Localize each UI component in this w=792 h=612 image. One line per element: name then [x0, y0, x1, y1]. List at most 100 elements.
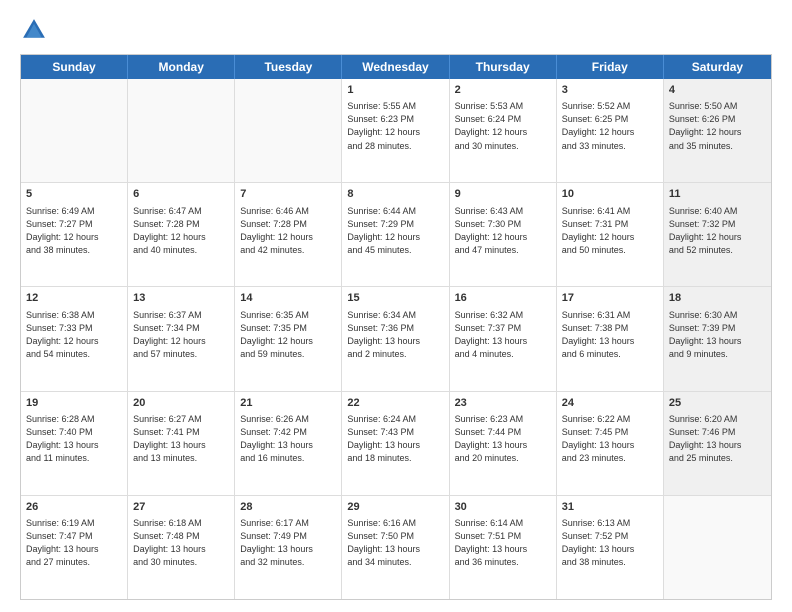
day-number: 9 [455, 187, 551, 202]
calendar-cell: 9 Sunrise: 6:43 AMSunset: 7:30 PMDaylight… [450, 183, 557, 286]
calendar-cell: 19 Sunrise: 6:28 AMSunset: 7:40 PMDayligh… [21, 392, 128, 495]
calendar-cell: 22 Sunrise: 6:24 AMSunset: 7:43 PMDayligh… [342, 392, 449, 495]
cell-text: Sunrise: 6:22 AMSunset: 7:45 PMDaylight:… [562, 413, 658, 465]
calendar-row: 12 Sunrise: 6:38 AMSunset: 7:33 PMDayligh… [21, 287, 771, 391]
weekday-header: Sunday [21, 55, 128, 79]
day-number: 29 [347, 500, 443, 515]
calendar-cell: 5 Sunrise: 6:49 AMSunset: 7:27 PMDaylight… [21, 183, 128, 286]
cell-text: Sunrise: 6:20 AMSunset: 7:46 PMDaylight:… [669, 413, 766, 465]
calendar-row: 1 Sunrise: 5:55 AMSunset: 6:23 PMDaylight… [21, 79, 771, 183]
weekday-header: Saturday [664, 55, 771, 79]
day-number: 14 [240, 291, 336, 306]
calendar-cell: 4 Sunrise: 5:50 AMSunset: 6:26 PMDaylight… [664, 79, 771, 182]
day-number: 17 [562, 291, 658, 306]
day-number: 18 [669, 291, 766, 306]
cell-text: Sunrise: 6:28 AMSunset: 7:40 PMDaylight:… [26, 413, 122, 465]
calendar-cell: 30Sunrise: 6:14 AMSunset: 7:51 PMDayligh… [450, 496, 557, 599]
calendar-row: 19 Sunrise: 6:28 AMSunset: 7:40 PMDayligh… [21, 392, 771, 496]
logo-icon [20, 16, 48, 44]
calendar-cell: 28 Sunrise: 6:17 AMSunset: 7:49 PMDayligh… [235, 496, 342, 599]
cell-text: Sunrise: 6:26 AMSunset: 7:42 PMDaylight:… [240, 413, 336, 465]
calendar-cell [21, 79, 128, 182]
day-number: 13 [133, 291, 229, 306]
cell-text: Sunrise: 6:41 AMSunset: 7:31 PMDaylight:… [562, 205, 658, 257]
day-number: 26 [26, 500, 122, 515]
calendar-cell: 27 Sunrise: 6:18 AMSunset: 7:48 PMDayligh… [128, 496, 235, 599]
weekday-header: Friday [557, 55, 664, 79]
cell-text: Sunrise: 5:55 AMSunset: 6:23 PMDaylight:… [347, 100, 443, 152]
cell-text: Sunrise: 6:47 AMSunset: 7:28 PMDaylight:… [133, 205, 229, 257]
cell-text: Sunrise: 6:16 AMSunset: 7:50 PMDaylight:… [347, 517, 443, 569]
calendar-cell: 17 Sunrise: 6:31 AMSunset: 7:38 PMDayligh… [557, 287, 664, 390]
cell-text: Sunrise: 5:52 AMSunset: 6:25 PMDaylight:… [562, 100, 658, 152]
day-number: 20 [133, 396, 229, 411]
calendar-cell: 6 Sunrise: 6:47 AMSunset: 7:28 PMDaylight… [128, 183, 235, 286]
cell-text: Sunrise: 6:18 AMSunset: 7:48 PMDaylight:… [133, 517, 229, 569]
calendar-cell: 2Sunrise: 5:53 AMSunset: 6:24 PMDaylight… [450, 79, 557, 182]
calendar-cell: 21Sunrise: 6:26 AMSunset: 7:42 PMDayligh… [235, 392, 342, 495]
day-number: 8 [347, 187, 443, 202]
cell-text: Sunrise: 6:46 AMSunset: 7:28 PMDaylight:… [240, 205, 336, 257]
cell-text: Sunrise: 6:44 AMSunset: 7:29 PMDaylight:… [347, 205, 443, 257]
calendar-cell: 7Sunrise: 6:46 AMSunset: 7:28 PMDaylight… [235, 183, 342, 286]
calendar-cell: 8 Sunrise: 6:44 AMSunset: 7:29 PMDaylight… [342, 183, 449, 286]
weekday-header: Monday [128, 55, 235, 79]
cell-text: Sunrise: 6:40 AMSunset: 7:32 PMDaylight:… [669, 205, 766, 257]
cell-text: Sunrise: 6:34 AMSunset: 7:36 PMDaylight:… [347, 309, 443, 361]
day-number: 22 [347, 396, 443, 411]
cell-text: Sunrise: 6:32 AMSunset: 7:37 PMDaylight:… [455, 309, 551, 361]
day-number: 11 [669, 187, 766, 202]
cell-text: Sunrise: 6:49 AMSunset: 7:27 PMDaylight:… [26, 205, 122, 257]
day-number: 16 [455, 291, 551, 306]
day-number: 4 [669, 83, 766, 98]
day-number: 23 [455, 396, 551, 411]
calendar-cell: 23 Sunrise: 6:23 AMSunset: 7:44 PMDayligh… [450, 392, 557, 495]
day-number: 15 [347, 291, 443, 306]
day-number: 3 [562, 83, 658, 98]
cell-text: Sunrise: 6:13 AMSunset: 7:52 PMDaylight:… [562, 517, 658, 569]
cell-text: Sunrise: 6:35 AMSunset: 7:35 PMDaylight:… [240, 309, 336, 361]
calendar-cell: 1 Sunrise: 5:55 AMSunset: 6:23 PMDaylight… [342, 79, 449, 182]
calendar-header-row: SundayMondayTuesdayWednesdayThursdayFrid… [21, 55, 771, 79]
cell-text: Sunrise: 6:31 AMSunset: 7:38 PMDaylight:… [562, 309, 658, 361]
cell-text: Sunrise: 6:24 AMSunset: 7:43 PMDaylight:… [347, 413, 443, 465]
day-number: 25 [669, 396, 766, 411]
calendar-body: 1 Sunrise: 5:55 AMSunset: 6:23 PMDaylight… [21, 79, 771, 599]
cell-text: Sunrise: 6:30 AMSunset: 7:39 PMDaylight:… [669, 309, 766, 361]
cell-text: Sunrise: 6:38 AMSunset: 7:33 PMDaylight:… [26, 309, 122, 361]
calendar-cell [128, 79, 235, 182]
logo [20, 16, 52, 44]
day-number: 28 [240, 500, 336, 515]
cell-text: Sunrise: 5:50 AMSunset: 6:26 PMDaylight:… [669, 100, 766, 152]
day-number: 1 [347, 83, 443, 98]
day-number: 12 [26, 291, 122, 306]
cell-text: Sunrise: 6:37 AMSunset: 7:34 PMDaylight:… [133, 309, 229, 361]
day-number: 24 [562, 396, 658, 411]
calendar-cell: 29 Sunrise: 6:16 AMSunset: 7:50 PMDayligh… [342, 496, 449, 599]
cell-text: Sunrise: 6:17 AMSunset: 7:49 PMDaylight:… [240, 517, 336, 569]
page: SundayMondayTuesdayWednesdayThursdayFrid… [0, 0, 792, 612]
day-number: 2 [455, 83, 551, 98]
day-number: 5 [26, 187, 122, 202]
calendar: SundayMondayTuesdayWednesdayThursdayFrid… [20, 54, 772, 600]
calendar-cell: 12 Sunrise: 6:38 AMSunset: 7:33 PMDayligh… [21, 287, 128, 390]
calendar-cell: 13 Sunrise: 6:37 AMSunset: 7:34 PMDayligh… [128, 287, 235, 390]
cell-text: Sunrise: 6:27 AMSunset: 7:41 PMDaylight:… [133, 413, 229, 465]
calendar-cell [235, 79, 342, 182]
calendar-cell: 18 Sunrise: 6:30 AMSunset: 7:39 PMDayligh… [664, 287, 771, 390]
calendar-cell [664, 496, 771, 599]
day-number: 19 [26, 396, 122, 411]
weekday-header: Thursday [450, 55, 557, 79]
calendar-cell: 10Sunrise: 6:41 AMSunset: 7:31 PMDayligh… [557, 183, 664, 286]
weekday-header: Tuesday [235, 55, 342, 79]
day-number: 27 [133, 500, 229, 515]
cell-text: Sunrise: 6:43 AMSunset: 7:30 PMDaylight:… [455, 205, 551, 257]
calendar-cell: 14 Sunrise: 6:35 AMSunset: 7:35 PMDayligh… [235, 287, 342, 390]
cell-text: Sunrise: 6:23 AMSunset: 7:44 PMDaylight:… [455, 413, 551, 465]
cell-text: Sunrise: 6:19 AMSunset: 7:47 PMDaylight:… [26, 517, 122, 569]
day-number: 30 [455, 500, 551, 515]
calendar-cell: 3 Sunrise: 5:52 AMSunset: 6:25 PMDaylight… [557, 79, 664, 182]
calendar-cell: 15 Sunrise: 6:34 AMSunset: 7:36 PMDayligh… [342, 287, 449, 390]
calendar-cell: 16 Sunrise: 6:32 AMSunset: 7:37 PMDayligh… [450, 287, 557, 390]
day-number: 6 [133, 187, 229, 202]
